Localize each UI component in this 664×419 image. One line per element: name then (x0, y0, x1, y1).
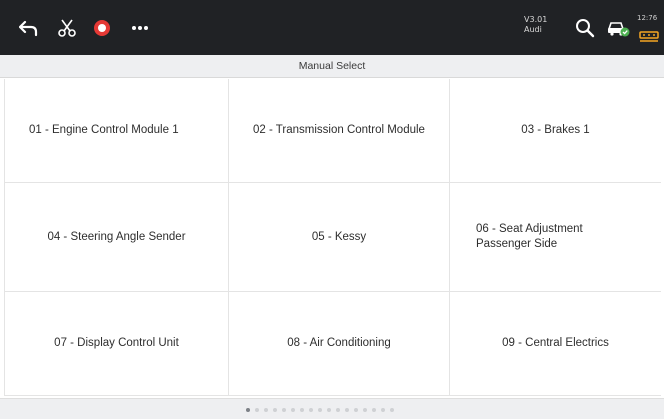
module-label: 06 - Seat Adjustment Passenger Side (476, 223, 583, 250)
module-label: 03 - Brakes 1 (521, 124, 590, 136)
module-label: 02 - Transmission Control Module (253, 124, 425, 136)
page-dot[interactable] (345, 408, 349, 412)
car-check-icon[interactable] (605, 0, 631, 55)
vehicle-brand: Audi (524, 25, 542, 34)
module-tile-07[interactable]: 07 - Display Control Unit (5, 292, 229, 396)
page-dot[interactable] (381, 408, 385, 412)
page-dot[interactable] (372, 408, 376, 412)
page-dot[interactable] (291, 408, 295, 412)
more-icon[interactable] (127, 0, 153, 55)
page-dot[interactable] (255, 408, 259, 412)
page-dot[interactable] (318, 408, 322, 412)
scissors-icon[interactable] (53, 0, 81, 55)
page-dot[interactable] (354, 408, 358, 412)
page-dot[interactable] (363, 408, 367, 412)
page-title: Manual Select (0, 55, 664, 78)
version-number: V3.01 (524, 15, 548, 24)
page-indicator[interactable] (246, 407, 436, 413)
module-tile-01[interactable]: 01 - Engine Control Module 1 (5, 79, 229, 183)
page-dot[interactable] (282, 408, 286, 412)
page-dot[interactable] (264, 408, 268, 412)
search-icon[interactable] (572, 0, 598, 55)
record-icon[interactable] (89, 0, 115, 55)
page-dot[interactable] (300, 408, 304, 412)
module-label: 05 - Kessy (311, 230, 367, 243)
module-label: 07 - Display Control Unit (54, 337, 179, 349)
software-version: V3.01 Audi (524, 15, 564, 35)
module-tile-08[interactable]: 08 - Air Conditioning (229, 292, 450, 396)
module-label: 04 - Steering Angle Sender (47, 230, 186, 243)
pagination-bar (0, 398, 664, 419)
clock-time: 12:76 (637, 14, 658, 22)
vci-connector-icon (638, 26, 662, 46)
module-label: 09 - Central Electrics (502, 337, 609, 349)
page-dot[interactable] (327, 408, 331, 412)
module-label: 08 - Air Conditioning (287, 337, 391, 349)
module-tile-03[interactable]: 03 - Brakes 1 (450, 79, 661, 183)
page-dot[interactable] (309, 408, 313, 412)
top-toolbar: V3.01 Audi 12:76 (0, 0, 664, 55)
page-dot[interactable] (390, 408, 394, 412)
module-label: 01 - Engine Control Module 1 (29, 124, 179, 136)
page-dot[interactable] (246, 408, 250, 412)
module-tile-09[interactable]: 09 - Central Electrics (450, 292, 661, 396)
module-tile-06[interactable]: 06 - Seat Adjustment Passenger Side (450, 183, 661, 292)
page-dot[interactable] (273, 408, 277, 412)
module-tile-02[interactable]: 02 - Transmission Control Module (229, 79, 450, 183)
module-grid: 01 - Engine Control Module 1 02 - Transm… (4, 79, 661, 396)
back-arrow-icon[interactable] (16, 0, 42, 55)
module-tile-05[interactable]: 05 - Kessy (229, 183, 450, 292)
page-dot[interactable] (336, 408, 340, 412)
module-tile-04[interactable]: 04 - Steering Angle Sender (5, 183, 229, 292)
